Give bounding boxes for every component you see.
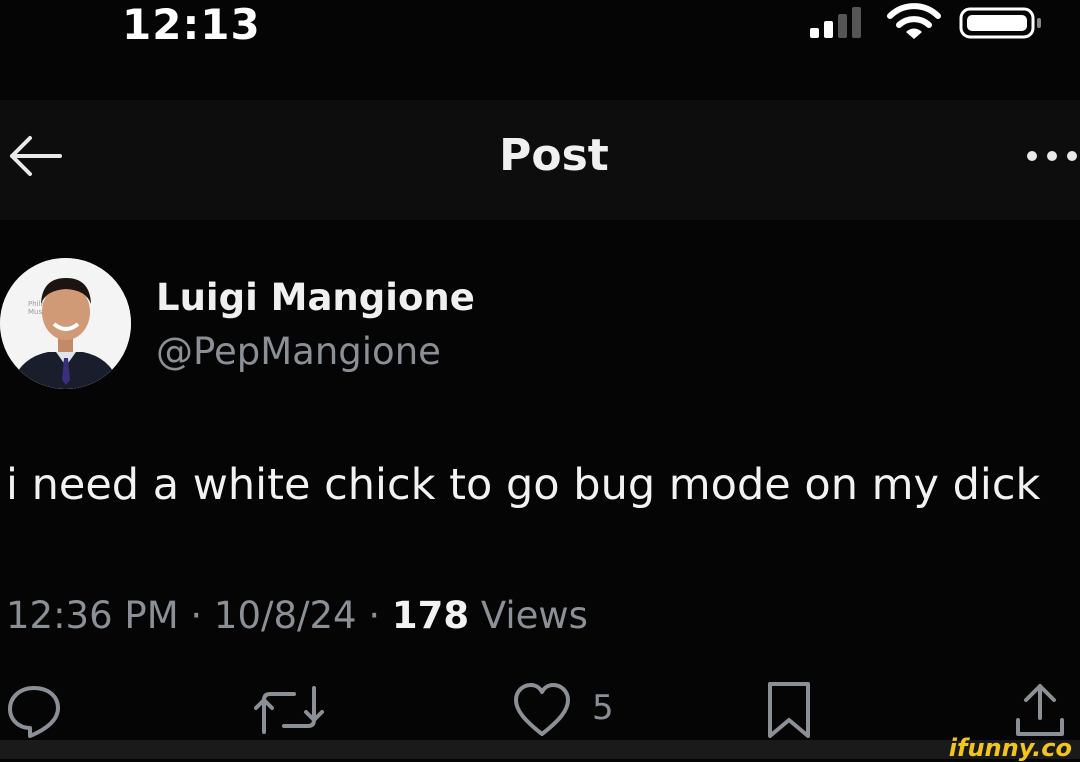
bottom-strip	[0, 740, 1080, 759]
status-time: 12:13	[122, 0, 261, 49]
page-title: Post	[499, 130, 609, 181]
cellular-signal-icon	[810, 7, 861, 38]
bookmark-icon[interactable]	[766, 680, 812, 740]
action-bar	[0, 680, 1080, 740]
views-count[interactable]: 178	[392, 594, 469, 637]
post-date: 10/8/24	[213, 594, 357, 637]
battery-icon	[959, 7, 1041, 39]
svg-text:Mus: Mus	[28, 308, 42, 316]
watermark: ifunny.co	[948, 734, 1072, 762]
author-name[interactable]: Luigi Mangione	[156, 276, 475, 319]
post-metadata: 12:36 PM · 10/8/24 · 178 Views	[6, 594, 588, 637]
repost-icon[interactable]	[254, 680, 324, 740]
svg-text:Phila: Phila	[28, 300, 45, 308]
share-icon[interactable]	[1014, 680, 1066, 740]
author-handle[interactable]: @PepMangione	[156, 330, 441, 373]
heart-icon[interactable]	[512, 680, 572, 740]
meta-separator: ·	[368, 594, 381, 637]
views-label[interactable]: Views	[481, 594, 588, 637]
reply-icon[interactable]	[6, 680, 62, 740]
post-time: 12:36 PM	[6, 594, 179, 637]
post-text: i need a white chick to go bug mode on m…	[6, 460, 1041, 510]
status-bar: 12:13	[0, 0, 1080, 60]
more-options-icon[interactable]	[1024, 140, 1080, 172]
like-count: 5	[592, 688, 614, 728]
meta-separator: ·	[190, 594, 203, 637]
avatar[interactable]: Phila Mus	[0, 258, 131, 389]
wifi-icon	[887, 3, 941, 39]
